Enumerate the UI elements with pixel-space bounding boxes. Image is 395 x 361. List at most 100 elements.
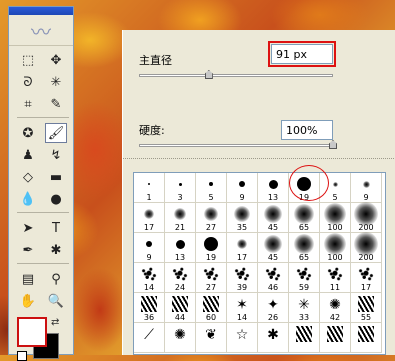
brush-preset[interactable]: 35 xyxy=(227,203,258,233)
brush-preset[interactable]: 9 xyxy=(351,173,382,203)
brush-tip-preview: ✦ xyxy=(267,296,279,313)
brush-tip-preview: ✱ xyxy=(267,326,279,343)
brush-preset[interactable]: 45 xyxy=(258,203,289,233)
type-icon: T xyxy=(52,220,60,236)
hardness-slider-track[interactable] xyxy=(139,144,333,147)
brush-preset[interactable]: ✱ xyxy=(258,323,289,353)
healing-brush-tool[interactable]: ✪ xyxy=(17,123,39,143)
brush-preset[interactable]: ✦ 26 xyxy=(258,293,289,323)
blur-tool[interactable]: 💧 xyxy=(17,189,39,209)
move-icon: ✥ xyxy=(50,52,62,68)
brush-preset[interactable]: 9 xyxy=(227,173,258,203)
brush-tool[interactable]: 🖌 xyxy=(45,123,67,143)
toolbox-titlebar[interactable] xyxy=(9,7,73,15)
zoom-tool[interactable]: 🔍 xyxy=(45,291,67,311)
pen-tool[interactable]: ✒ xyxy=(17,240,39,260)
brush-preset[interactable]: 65 xyxy=(289,233,320,263)
brush-preset[interactable]: ☆ xyxy=(227,323,258,353)
brush-tip-preview xyxy=(204,237,218,251)
brush-preset[interactable]: ✺ xyxy=(165,323,196,353)
brush-preset[interactable] xyxy=(351,323,382,353)
brush-preset-panel: 主直径 91 px 硬度: 100% 1 3 5 9 13 19 5 9 17 21 27 35 45 6… xyxy=(122,30,395,355)
tool-grid: ⬚ ✥ ᘐ ✳ ⌗ ✎ ✪ 🖌 ♟ ↯ ◇ ▬ 💧 ● ➤ T ✒ ✱ ▤ ⚲ ✋ 🔍 xyxy=(9,46,73,311)
hand-tool[interactable]: ✋ xyxy=(17,291,39,311)
diameter-field[interactable]: 91 px xyxy=(268,41,336,67)
magic-wand-tool[interactable]: ✳ xyxy=(45,72,67,92)
brush-preset[interactable]: 17 xyxy=(227,233,258,263)
clone-stamp-tool[interactable]: ♟ xyxy=(17,145,39,165)
toolbox-logo[interactable]: 〰 xyxy=(9,15,73,46)
notes-icon: ▤ xyxy=(21,271,35,287)
brush-preset[interactable]: 36 xyxy=(134,293,165,323)
brush-preset[interactable]: 200 xyxy=(351,232,382,263)
move-tool[interactable]: ✥ xyxy=(45,50,67,70)
brush-tip-preview xyxy=(296,326,312,342)
brush-preset[interactable]: 200 xyxy=(351,202,382,233)
brush-preset[interactable]: 13 xyxy=(258,173,289,203)
brush-preset[interactable]: 24 xyxy=(165,263,196,293)
brush-preset[interactable]: 45 xyxy=(258,233,289,263)
brush-preset[interactable]: 5 xyxy=(196,173,227,203)
brush-preset[interactable]: 59 xyxy=(289,263,320,293)
diameter-slider-thumb[interactable] xyxy=(204,70,213,79)
type-tool[interactable]: T xyxy=(45,218,67,238)
brush-tip-preview xyxy=(327,326,343,342)
brush-size-label: 24 xyxy=(174,283,186,292)
brush-preset[interactable]: 3 xyxy=(165,173,196,203)
brush-preset[interactable]: ⟋ xyxy=(134,323,165,353)
rectangular-marquee-tool[interactable]: ⬚ xyxy=(17,50,39,70)
brush-preset[interactable]: 39 xyxy=(227,263,258,293)
brush-preset[interactable]: ✺ 42 xyxy=(320,293,351,323)
brush-size-label: 39 xyxy=(236,283,248,292)
default-colors-icon[interactable] xyxy=(17,351,27,361)
brush-preset[interactable]: 13 xyxy=(165,233,196,263)
brush-preset[interactable]: 60 xyxy=(196,293,227,323)
brush-preset[interactable]: 19 xyxy=(196,233,227,263)
foreground-color-swatch[interactable] xyxy=(17,317,47,347)
brush-size-label: 21 xyxy=(174,223,186,232)
diameter-slider-track[interactable] xyxy=(139,74,333,77)
brush-preset[interactable]: 9 xyxy=(134,233,165,263)
brush-preset[interactable]: ✳ 33 xyxy=(289,293,320,323)
gradient-tool[interactable]: ▬ xyxy=(45,167,67,187)
brush-size-label: 60 xyxy=(205,313,217,322)
path-selection-tool[interactable]: ➤ xyxy=(17,218,39,238)
swap-colors-icon[interactable]: ⇄ xyxy=(51,317,59,328)
crop-tool[interactable]: ⌗ xyxy=(17,94,39,114)
brush-preset[interactable]: 27 xyxy=(196,263,227,293)
brush-preset[interactable]: ❦ xyxy=(196,323,227,353)
brush-preset[interactable] xyxy=(289,323,320,353)
brush-preset[interactable]: 17 xyxy=(134,203,165,233)
history-brush-tool[interactable]: ↯ xyxy=(45,145,67,165)
brush-preset[interactable]: 11 xyxy=(320,263,351,293)
brush-preset[interactable]: 100 xyxy=(320,233,351,263)
path-selection-icon: ➤ xyxy=(22,220,34,236)
brush-preset[interactable]: 21 xyxy=(165,203,196,233)
custom-shape-tool[interactable]: ✱ xyxy=(45,240,67,260)
brush-preset[interactable]: 44 xyxy=(165,293,196,323)
brush-tip-preview xyxy=(324,233,346,255)
brush-preset[interactable]: 27 xyxy=(196,203,227,233)
dodge-tool[interactable]: ● xyxy=(45,189,67,209)
hardness-slider-thumb[interactable] xyxy=(329,140,337,149)
eyedropper-tool[interactable]: ⚲ xyxy=(45,269,67,289)
eraser-tool[interactable]: ◇ xyxy=(17,167,39,187)
lasso-tool[interactable]: ᘐ xyxy=(17,72,39,92)
brush-preset[interactable]: 65 xyxy=(289,203,320,233)
brush-preset[interactable]: 1 xyxy=(134,173,165,203)
brush-tip-preview xyxy=(358,296,374,312)
slice-tool[interactable]: ✎ xyxy=(45,94,67,114)
notes-tool[interactable]: ▤ xyxy=(17,269,39,289)
brush-preset[interactable] xyxy=(320,323,351,353)
brush-preset[interactable]: 46 xyxy=(258,263,289,293)
brush-size-label: 11 xyxy=(329,283,341,292)
brush-preset[interactable]: 14 xyxy=(134,263,165,293)
brush-preset[interactable]: ✶ 14 xyxy=(227,293,258,323)
brush-preset[interactable]: 100 xyxy=(320,203,351,233)
brush-size-label: 65 xyxy=(298,223,310,232)
selection-highlight-circle xyxy=(289,165,329,201)
brush-preset[interactable]: 17 xyxy=(351,263,382,293)
hardness-field[interactable]: 100% xyxy=(281,120,333,140)
brush-size-label: 100 xyxy=(327,253,343,262)
brush-preset[interactable]: 55 xyxy=(351,293,382,323)
